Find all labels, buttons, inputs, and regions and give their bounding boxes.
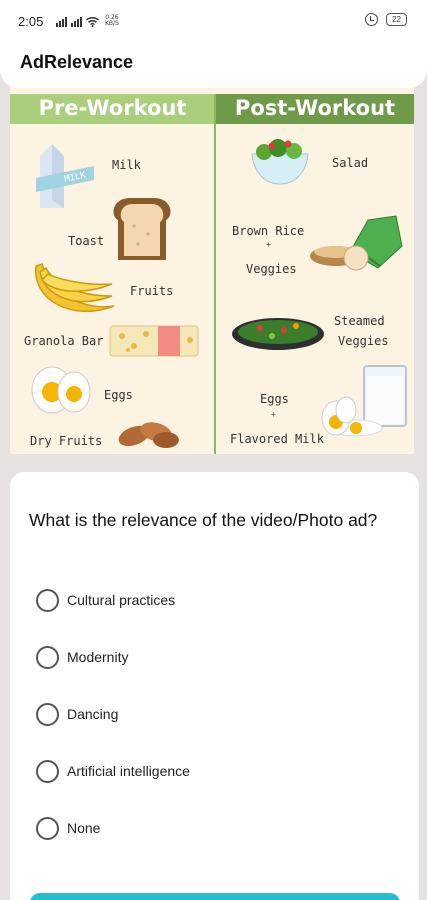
option-artificial-intelligence[interactable]: Artificial intelligence (36, 759, 190, 783)
brown-rice-illustration (310, 215, 403, 271)
eggs-and-milk-illustration (321, 365, 407, 437)
option-none[interactable]: None (36, 816, 100, 840)
option-label: None (67, 820, 101, 836)
alarm-icon (365, 13, 379, 26)
submit-button[interactable] (30, 893, 400, 900)
survey-card: What is the relevance of the video/Photo… (10, 472, 419, 900)
option-label: Artificial intelligence (67, 763, 190, 779)
label-steamed-veggies: Veggies (338, 334, 389, 348)
salad-illustration (251, 139, 309, 185)
label-eggs-right: Eggs (260, 392, 289, 406)
radio-button[interactable] (36, 759, 59, 783)
option-cultural-practices[interactable]: Cultural practices (36, 588, 175, 612)
status-time: 2:05 (18, 14, 44, 29)
label-dry-fruits: Dry Fruits (30, 434, 103, 448)
label-eggs: Eggs (104, 388, 133, 402)
label-granola-bar: Granola Bar (24, 334, 104, 348)
toast-illustration (113, 198, 171, 260)
question-text: What is the relevance of the video/Photo… (29, 510, 378, 530)
label-salad: Salad (332, 156, 369, 170)
label-milk: Milk (112, 158, 141, 172)
pre-workout-header: Pre-Workout (10, 94, 215, 124)
granola-bar-illustration (109, 325, 199, 357)
option-modernity[interactable]: Modernity (36, 645, 128, 669)
ad-image[interactable]: Pre-Workout Post-Workout MILK Milk Toast… (10, 70, 414, 454)
label-plus-1: + (266, 240, 271, 249)
option-label: Dancing (67, 706, 119, 722)
option-label: Modernity (67, 649, 129, 665)
signal-icon-2 (71, 17, 82, 27)
milk-carton-illustration: MILK (36, 144, 94, 208)
status-right-icons: 22 (365, 13, 407, 26)
steamed-veggies-illustration (232, 318, 324, 350)
label-steamed: Steamed (334, 314, 385, 328)
post-workout-header: Post-Workout (216, 94, 414, 124)
status-bar: 2:05 0.26 KB/S 22 (0, 0, 427, 40)
wifi-icon (86, 16, 99, 27)
network-speed: 0.26 KB/S (105, 15, 119, 27)
label-fruits: Fruits (130, 284, 174, 298)
label-flavored-milk: Flavored Milk (230, 432, 324, 446)
banana-illustration (35, 263, 115, 313)
status-icons: 0.26 KB/S (56, 13, 119, 27)
signal-icon (56, 17, 67, 27)
app-header: 2:05 0.26 KB/S 22 AdRelevance (0, 0, 427, 88)
label-brown-rice: Brown Rice (232, 224, 305, 238)
label-toast: Toast (68, 234, 105, 248)
egg-illustration (31, 366, 91, 414)
radio-button[interactable] (36, 645, 59, 669)
option-label: Cultural practices (67, 592, 176, 608)
label-veggies: Veggies (246, 262, 297, 276)
option-dancing[interactable]: Dancing (36, 702, 118, 726)
radio-button[interactable] (36, 816, 59, 840)
radio-button[interactable] (36, 588, 59, 612)
column-divider (214, 94, 216, 454)
radio-button[interactable] (36, 702, 59, 726)
label-plus-2: + (271, 410, 276, 419)
dry-fruits-illustration (118, 422, 179, 448)
app-title: AdRelevance (20, 52, 134, 72)
network-speed-unit: KB/S (105, 20, 119, 27)
battery-icon: 22 (386, 13, 407, 26)
